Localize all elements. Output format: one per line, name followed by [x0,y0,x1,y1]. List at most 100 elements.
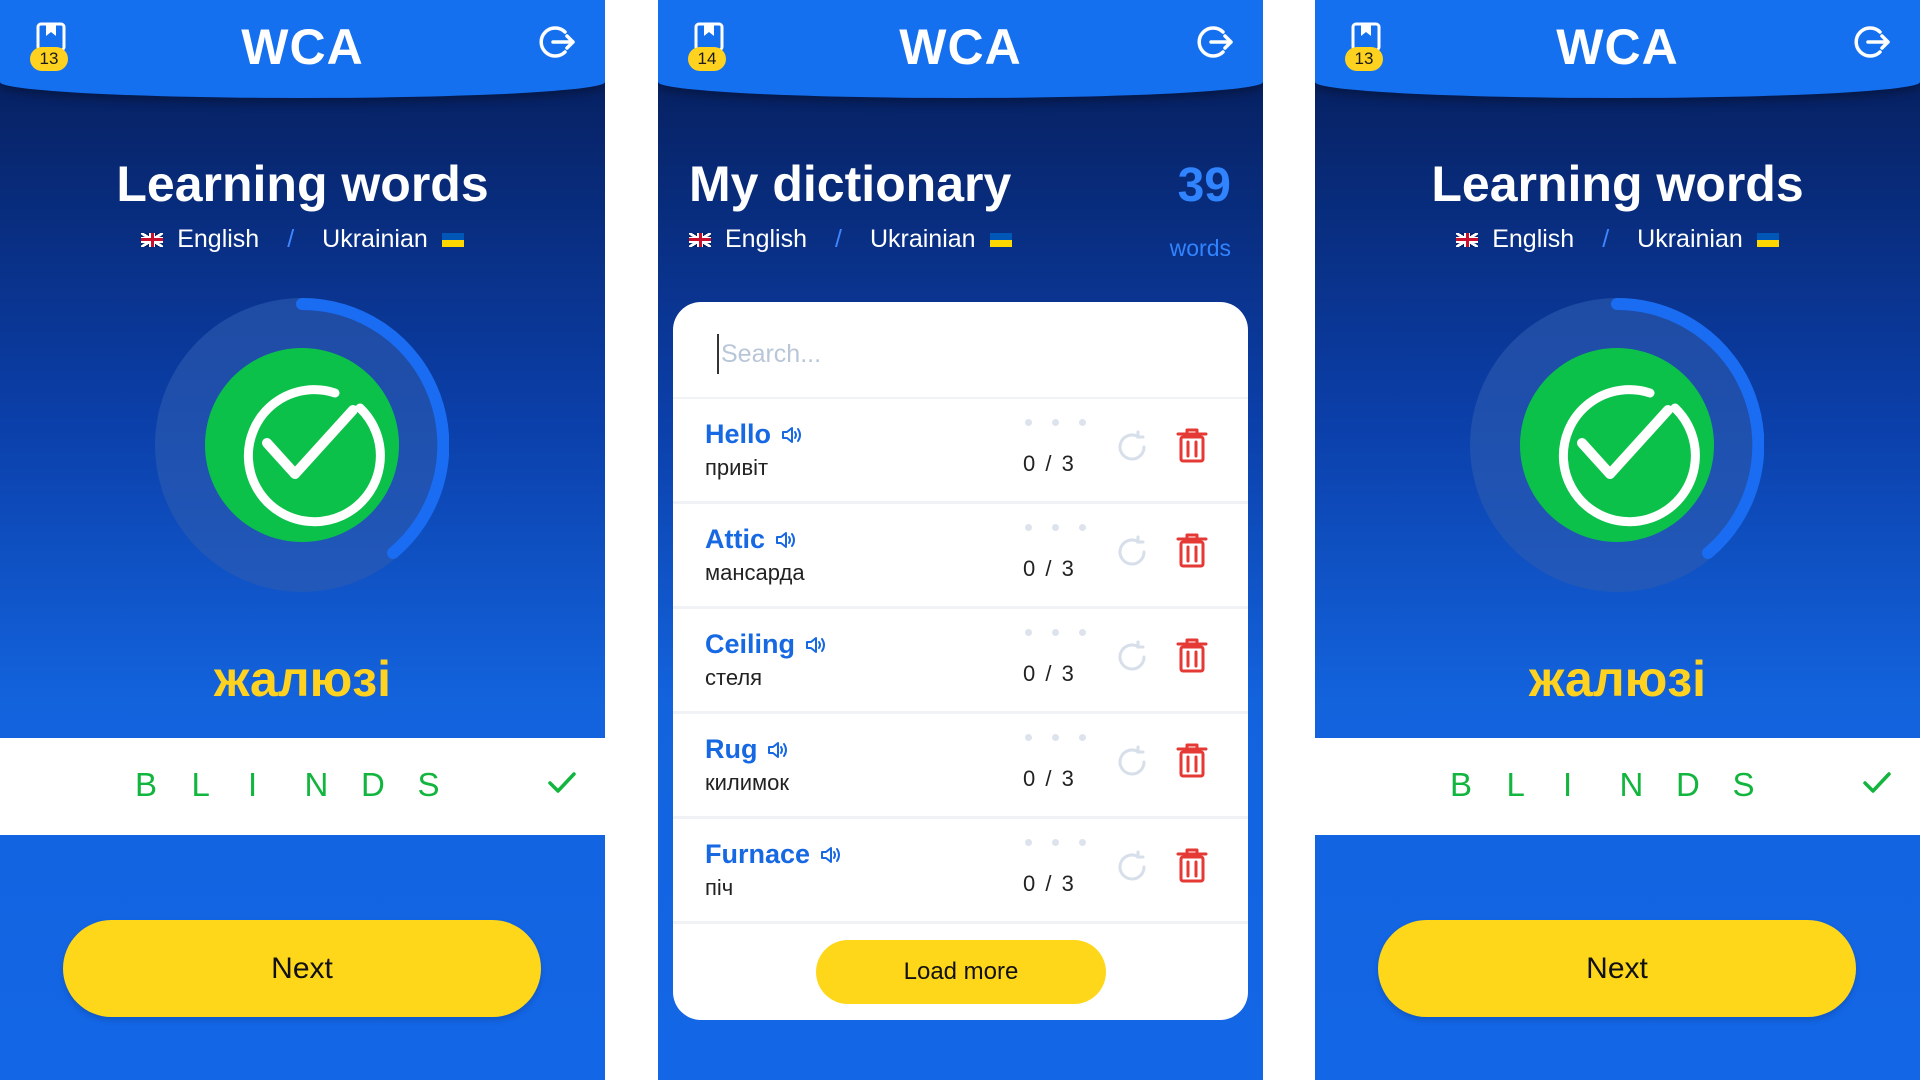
trash-icon[interactable] [1175,741,1209,779]
answer-letter: D [361,766,385,803]
answer-letter: D [1676,766,1700,803]
word-text: Attic [705,524,765,554]
language-separator: / [1602,225,1610,253]
translation-word: жалюзі [213,651,392,707]
logout-icon [539,26,575,58]
speaker-icon[interactable] [820,845,844,865]
next-button[interactable]: Next [1378,920,1856,1017]
word-translation: мансарда [705,560,805,585]
app-header: 14 WCA [658,0,1263,98]
answer-letter: L [1506,766,1525,803]
word-row: Hello привіт 0 / 3 [673,399,1248,504]
reset-icon[interactable] [1114,744,1150,780]
trash-icon[interactable] [1175,426,1209,464]
word-english: Ceiling [705,629,829,660]
word-english: Hello [705,419,805,450]
word-translation: стеля [705,665,763,690]
word-row: Attic мансарда 0 / 3 [673,504,1248,609]
trash-icon[interactable] [1175,846,1209,884]
progress-ring [155,298,449,592]
trash-icon[interactable] [1175,531,1209,569]
logout-button[interactable] [1195,22,1235,62]
word-count-unit: words [1169,235,1231,261]
learning-screen-left: 13 WCA Learning words English / Ukrainia… [0,0,605,1080]
word-text: Rug [705,734,758,764]
word-count: 39 [1177,159,1231,212]
language-pair: English / Ukrainian [1315,225,1920,254]
reset-icon[interactable] [1114,639,1150,675]
source-language: English [725,225,807,253]
word-list: Hello привіт 0 / 3 Attic мансарда 0 / 3 [673,399,1248,924]
answer-field[interactable]: B L I N D S [1315,738,1920,835]
dictionary-screen: 14 WCA My dictionary English / Ukrainian… [658,0,1263,1080]
next-button[interactable]: Next [63,920,541,1017]
uk-flag-icon [141,232,164,247]
search-input[interactable] [717,334,1197,374]
check-circle-icon [205,348,399,542]
answer-letters: B L I N D S [135,766,474,804]
word-progress: 0 / 3 [1023,766,1076,791]
target-language: Ukrainian [322,225,428,253]
reset-icon[interactable] [1114,429,1150,465]
answer-letter: N [304,766,329,803]
word-progress: 0 / 3 [1023,661,1076,686]
word-row: Ceiling стеля 0 / 3 [673,609,1248,714]
speaker-icon[interactable] [775,530,799,550]
answer-letters: B L I N D S [1450,766,1789,804]
speaker-icon[interactable] [781,425,805,445]
logout-button[interactable] [1852,22,1892,62]
source-language: English [177,225,260,253]
word-english: Rug [705,734,791,765]
ukraine-flag-icon [989,232,1012,247]
ukraine-flag-icon [441,232,464,247]
app-title: WCA [1556,19,1679,75]
app-title: WCA [899,19,1022,75]
translation-word: жалюзі [1528,651,1707,707]
word-english: Attic [705,524,799,555]
app-title: WCA [241,19,364,75]
progress-dots [1025,419,1086,426]
word-translation: привіт [705,455,769,480]
word-row: Rug килимок 0 / 3 [673,714,1248,819]
word-progress: 0 / 3 [1023,451,1076,476]
progress-dots [1025,839,1086,846]
dictionary-card: Hello привіт 0 / 3 Attic мансарда 0 / 3 [673,302,1248,1020]
logout-button[interactable] [537,22,577,62]
word-progress: 0 / 3 [1023,871,1076,896]
page-title: Learning words [116,156,489,212]
word-text: Furnace [705,839,811,869]
check-circle-icon [1520,348,1714,542]
word-english: Furnace [705,839,844,870]
word-text: Hello [705,419,772,449]
word-translation: піч [705,875,734,900]
correct-check-icon [1863,772,1891,793]
answer-letter: S [1732,766,1755,803]
language-pair: English / Ukrainian [0,225,605,254]
uk-flag-icon [1456,232,1479,247]
learning-screen-right: 13 WCA Learning words English / Ukrainia… [1315,0,1920,1080]
page-title: Learning words [1431,156,1804,212]
uk-flag-icon [689,232,711,247]
page-title: My dictionary [689,156,1012,212]
word-row: Furnace піч 0 / 3 [673,819,1248,924]
trash-icon[interactable] [1175,636,1209,674]
word-translation: килимок [705,770,790,795]
app-header: 13 WCA [0,0,605,98]
answer-letter: B [135,766,158,803]
correct-check-icon [548,772,576,793]
progress-dots [1025,629,1086,636]
progress-dots [1025,524,1086,531]
reset-icon[interactable] [1114,534,1150,570]
answer-letter: N [1619,766,1644,803]
progress-ring [1470,298,1764,592]
answer-field[interactable]: B L I N D S [0,738,605,835]
language-pair: English / Ukrainian [689,225,1012,254]
answer-letter: S [417,766,440,803]
load-more-button[interactable]: Load more [816,940,1106,1004]
reset-icon[interactable] [1114,849,1150,885]
language-separator: / [287,225,295,253]
answer-letter: L [191,766,210,803]
speaker-icon[interactable] [805,635,829,655]
speaker-icon[interactable] [767,740,791,760]
logout-icon [1197,26,1233,58]
